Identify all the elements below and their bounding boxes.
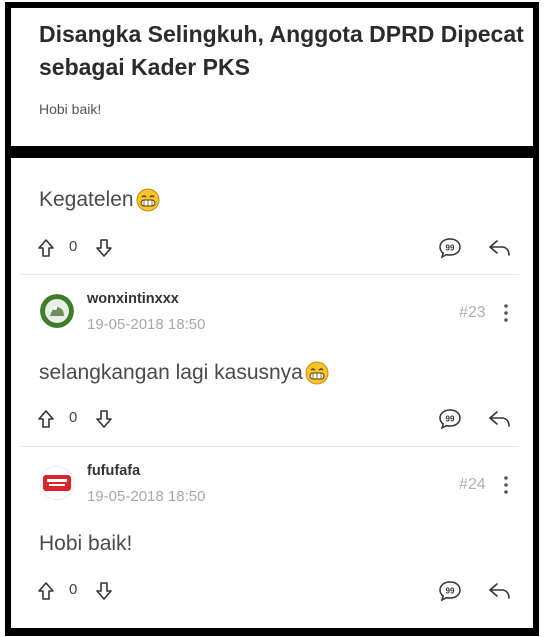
reply-button[interactable] (487, 578, 513, 604)
downvote-button[interactable] (93, 406, 115, 432)
comment-divider (19, 274, 519, 275)
arrow-up-icon (38, 239, 54, 257)
comment-text: selangkangan lagi kasusnya (39, 361, 303, 384)
vote-count: 0 (69, 409, 78, 426)
downvote-button[interactable] (93, 235, 115, 261)
arrow-up-icon (38, 582, 54, 600)
quote-icon: 99 (439, 238, 461, 259)
arrow-down-icon (96, 582, 112, 600)
vote-count: 0 (69, 581, 78, 598)
upvote-button[interactable] (35, 406, 57, 432)
post-number[interactable]: #24 (459, 476, 486, 494)
thread-subtitle: Hobi baik! (39, 101, 102, 117)
quote-button[interactable]: 99 (437, 235, 463, 261)
comment-timestamp: 19-05-2018 18:50 (87, 316, 206, 333)
post-number[interactable]: #23 (459, 304, 486, 322)
grinning-emoji-icon (136, 188, 160, 212)
avatar[interactable] (40, 466, 74, 500)
svg-text:99: 99 (446, 587, 455, 596)
comment-divider (19, 446, 519, 447)
comment-actions: 0 99 (35, 578, 515, 604)
comment-text: Hobi baik! (39, 532, 133, 555)
comment-timestamp: 19-05-2018 18:50 (87, 488, 206, 505)
quote-icon: 99 (439, 581, 461, 602)
comment-actions: 0 99 (35, 235, 515, 261)
arrow-down-icon (96, 239, 112, 257)
avatar[interactable] (40, 294, 74, 328)
svg-text:99: 99 (446, 244, 455, 253)
comment-actions: 0 99 (35, 406, 515, 432)
reply-button[interactable] (487, 406, 513, 432)
reply-icon (489, 240, 510, 256)
reply-icon (489, 411, 510, 427)
vote-count: 0 (69, 238, 78, 255)
comment-body: Kegatelen (39, 188, 160, 212)
quote-icon: 99 (439, 409, 461, 430)
quote-button[interactable]: 99 (437, 578, 463, 604)
thread-header-card: Disangka Selingkuh, Anggota DPRD Dipecat… (5, 2, 539, 154)
comment-username[interactable]: fufufafa (87, 463, 140, 479)
thread-title: Disangka Selingkuh, Anggota DPRD Dipecat… (39, 21, 524, 80)
upvote-button[interactable] (35, 235, 57, 261)
more-vertical-icon (504, 476, 508, 494)
svg-text:99: 99 (446, 415, 455, 424)
reply-icon (489, 583, 510, 599)
comments-card: Kegatelen 0 99 wonxintinxxx 19-05-2018 1… (5, 152, 539, 636)
comment-text: Kegatelen (39, 188, 134, 211)
downvote-button[interactable] (93, 578, 115, 604)
more-vertical-icon (504, 304, 508, 322)
grinning-emoji-icon (305, 361, 329, 385)
upvote-button[interactable] (35, 578, 57, 604)
reply-button[interactable] (487, 235, 513, 261)
quote-button[interactable]: 99 (437, 406, 463, 432)
comment-body: Hobi baik! (39, 532, 132, 556)
comment-body: selangkangan lagi kasusnya (39, 361, 329, 385)
more-options-button[interactable] (499, 474, 513, 496)
arrow-up-icon (38, 410, 54, 428)
comment-username[interactable]: wonxintinxxx (87, 291, 179, 307)
more-options-button[interactable] (499, 302, 513, 324)
arrow-down-icon (96, 410, 112, 428)
